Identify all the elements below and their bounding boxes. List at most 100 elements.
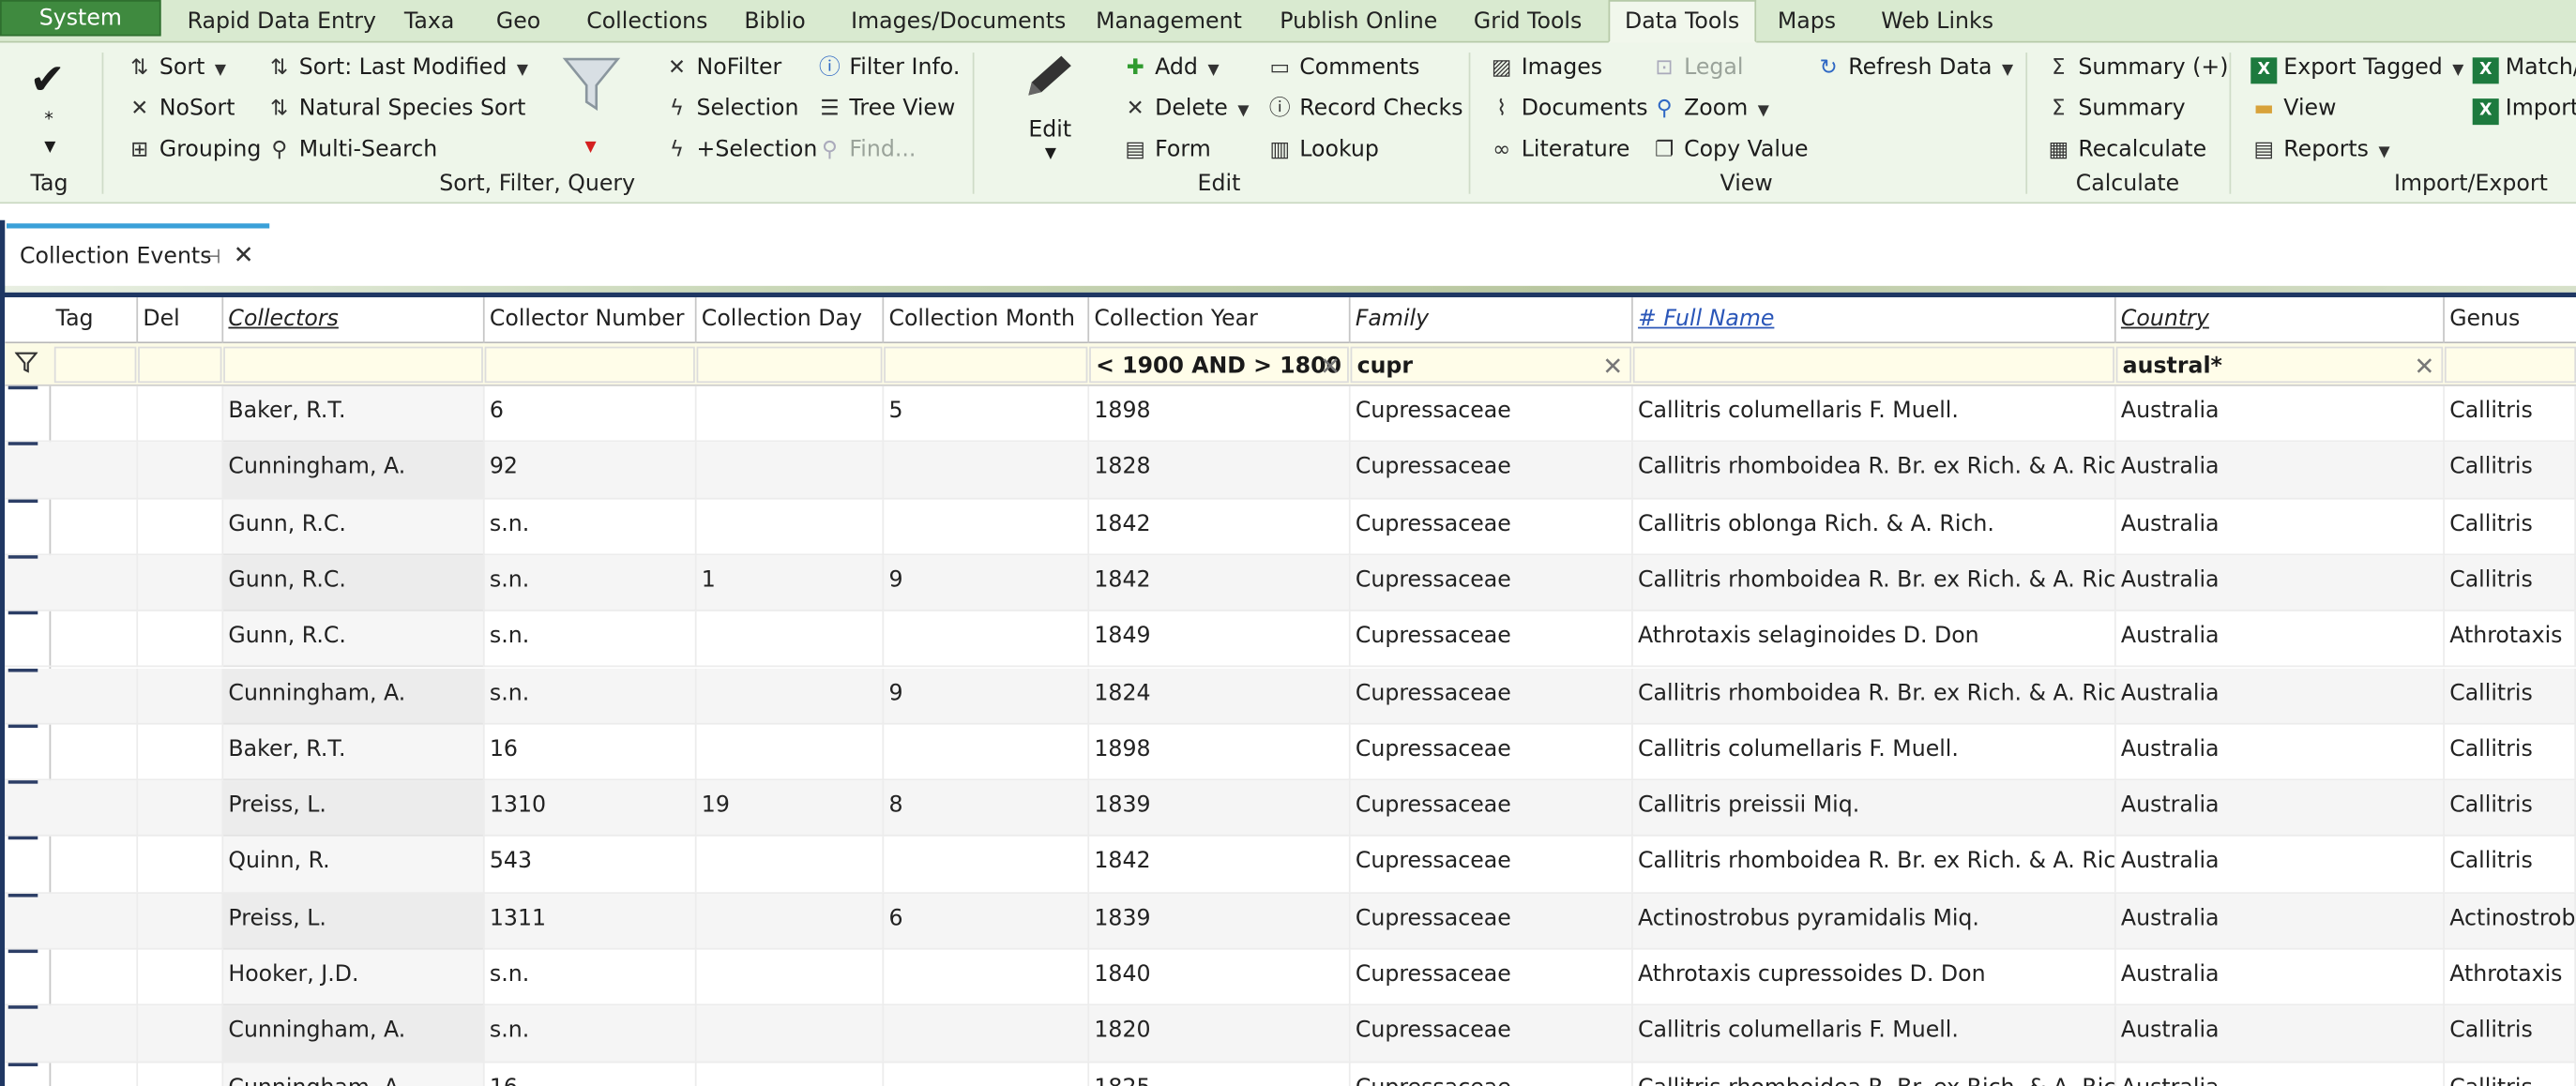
- cell-collection-year[interactable]: 1839: [1089, 893, 1351, 950]
- filter-cell-collectors[interactable]: [223, 346, 483, 384]
- cell-genus[interactable]: Callitris: [2445, 724, 2576, 780]
- cell-collector-number[interactable]: s.n.: [485, 554, 697, 611]
- cell-collection-day[interactable]: [697, 1005, 885, 1063]
- cell-del[interactable]: [138, 949, 224, 1006]
- record-checks-button[interactable]: ⓘ Record Checks: [1266, 90, 1463, 127]
- cell-country[interactable]: Australia: [2116, 1062, 2445, 1086]
- column-header-collection-month[interactable]: Collection Month: [884, 297, 1090, 344]
- cell-full-name[interactable]: Athrotaxis cupressoides D. Don: [1633, 949, 2116, 1006]
- cell-collectors[interactable]: Cunningham, A.: [223, 1062, 485, 1086]
- table-row[interactable]: Cunningham, A.161825CupressaceaeCallitri…: [5, 1062, 2576, 1086]
- chevron-down-icon[interactable]: ▼: [584, 138, 596, 158]
- table-row[interactable]: Preiss, L. 1310 19 8 1839 Cupressaceae Callitr…: [5, 780, 2576, 837]
- filter-cell-family[interactable]: cupr ✕: [1350, 346, 1632, 384]
- cell-collection-month[interactable]: [884, 837, 1090, 893]
- row-indicator[interactable]: [8, 385, 38, 390]
- cell-genus[interactable]: Callitris: [2445, 837, 2576, 893]
- cell-genus[interactable]: Callitris: [2445, 554, 2576, 611]
- comments-button[interactable]: ▭ Comments: [1266, 50, 1419, 86]
- plus-selection-button[interactable]: ϟ +Selection: [664, 131, 817, 168]
- cell-del[interactable]: [138, 668, 224, 724]
- column-header-country[interactable]: Country: [2116, 297, 2445, 344]
- column-header-tag[interactable]: Tag: [51, 297, 139, 344]
- cell-genus[interactable]: Athrotaxis: [2445, 949, 2576, 1006]
- tab-system[interactable]: System: [0, 0, 161, 37]
- column-header-collection-day[interactable]: Collection Day: [697, 297, 885, 344]
- chevron-down-icon[interactable]: ▼: [44, 138, 55, 158]
- row-indicator[interactable]: [8, 893, 38, 897]
- tab-collection-events[interactable]: Collection Events ⊣ ✕: [7, 223, 270, 286]
- cell-collectors[interactable]: Quinn, R.: [223, 837, 485, 893]
- cell-country[interactable]: Australia: [2116, 498, 2445, 555]
- table-row[interactable]: Baker, R.T. 6 5 1898 Cupressaceae Callitris c…: [5, 385, 2576, 443]
- filter-cell-country[interactable]: austral* ✕: [2115, 346, 2444, 384]
- cell-collection-year[interactable]: 1842: [1089, 554, 1351, 611]
- row-indicator[interactable]: [8, 498, 38, 503]
- tab-images-documents[interactable]: Images/Documents: [851, 5, 1066, 41]
- cell-family[interactable]: Cupressaceae: [1351, 498, 1633, 555]
- filter-funnel-button[interactable]: [562, 50, 621, 115]
- cell-collectors[interactable]: Preiss, L.: [223, 893, 485, 950]
- lookup-button[interactable]: ▥ Lookup: [1266, 131, 1378, 168]
- cell-full-name[interactable]: Callitris rhomboidea R. Br. ex Rich. & A…: [1633, 837, 2116, 893]
- cell-collection-day[interactable]: [697, 724, 885, 780]
- column-header-family[interactable]: Family: [1351, 297, 1633, 344]
- tab-biblio[interactable]: Biblio: [744, 5, 805, 41]
- cell-full-name[interactable]: Athrotaxis selaginoides D. Don: [1633, 611, 2116, 668]
- cell-genus[interactable]: Callitris: [2445, 668, 2576, 724]
- cell-collection-month[interactable]: [884, 1062, 1090, 1086]
- cell-del[interactable]: [138, 1005, 224, 1063]
- cell-family[interactable]: Cupressaceae: [1351, 724, 1633, 780]
- cell-tag[interactable]: [51, 385, 139, 443]
- row-indicator[interactable]: [8, 611, 38, 615]
- cell-collection-day[interactable]: [697, 498, 885, 555]
- table-row[interactable]: Baker, R.T. 16 1898 Cupressaceae Callitris c…: [5, 724, 2576, 781]
- cell-collection-day[interactable]: [697, 611, 885, 668]
- table-row[interactable]: Cunningham, A. s.n. 9 1824 Cupressaceae Calli…: [5, 668, 2576, 725]
- cell-collectors[interactable]: Baker, R.T.: [223, 724, 485, 780]
- cell-family[interactable]: Cupressaceae: [1351, 1005, 1633, 1063]
- chevron-down-icon[interactable]: ▼: [215, 63, 226, 80]
- table-row[interactable]: Cunningham, A. s.n. 1820 Cupressaceae Callit…: [5, 1005, 2576, 1063]
- reports-button[interactable]: ▤ Reports ▼: [2250, 131, 2390, 168]
- view-folder-button[interactable]: ▬ View: [2250, 90, 2337, 127]
- filter-cell-full-name[interactable]: [1632, 346, 2114, 384]
- cell-collection-year[interactable]: 1828: [1089, 442, 1351, 499]
- cell-family[interactable]: Cupressaceae: [1351, 949, 1633, 1006]
- cell-country[interactable]: Australia: [2116, 837, 2445, 893]
- images-button[interactable]: ▨ Images: [1489, 50, 1602, 86]
- cell-collectors[interactable]: Gunn, R.C.: [223, 611, 485, 668]
- cell-full-name[interactable]: Callitris rhomboidea R. Br. ex Rich. & A…: [1633, 554, 2116, 611]
- documents-button[interactable]: ⌇ Documents: [1489, 90, 1647, 127]
- summary-plus-button[interactable]: Σ Summary (+): [2045, 50, 2228, 86]
- cell-collectors[interactable]: Gunn, R.C.: [223, 498, 485, 555]
- cell-collection-month[interactable]: [884, 949, 1090, 1006]
- row-indicator[interactable]: [8, 554, 38, 559]
- table-row[interactable]: Hooker, J.D. s.n. 1840 Cupressaceae Athrotax…: [5, 949, 2576, 1006]
- selection-button[interactable]: ϟ Selection: [664, 90, 799, 127]
- tab-management[interactable]: Management: [1096, 5, 1242, 41]
- cell-family[interactable]: Cupressaceae: [1351, 893, 1633, 950]
- cell-collector-number[interactable]: s.n.: [485, 949, 697, 1006]
- multi-search-button[interactable]: ⚲ Multi-Search: [266, 131, 437, 168]
- cell-collectors[interactable]: Preiss, L.: [223, 780, 485, 837]
- cell-collection-month[interactable]: 8: [884, 780, 1090, 837]
- cell-collector-number[interactable]: s.n.: [485, 668, 697, 724]
- table-row[interactable]: Gunn, R.C. s.n. 1 9 1842 Cupressaceae Callitri…: [5, 554, 2576, 612]
- column-header-genus[interactable]: Genus: [2445, 297, 2576, 343]
- cell-collection-month[interactable]: 9: [884, 668, 1090, 724]
- cell-collection-year[interactable]: 1849: [1089, 611, 1351, 668]
- cell-collection-day[interactable]: 19: [697, 780, 885, 837]
- cell-del[interactable]: [138, 837, 224, 893]
- cell-tag[interactable]: [51, 498, 139, 555]
- chevron-down-icon[interactable]: ▼: [1237, 103, 1249, 120]
- cell-country[interactable]: Australia: [2116, 724, 2445, 780]
- clear-filter-icon[interactable]: ✕: [1320, 348, 1341, 382]
- cell-del[interactable]: [138, 554, 224, 611]
- cell-collector-number[interactable]: 16: [485, 1062, 697, 1086]
- cell-collection-month[interactable]: [884, 611, 1090, 668]
- filter-cell-del[interactable]: [138, 346, 222, 384]
- row-indicator[interactable]: [8, 1005, 38, 1010]
- filter-cell-genus[interactable]: [2444, 346, 2576, 384]
- cell-tag[interactable]: [51, 668, 139, 724]
